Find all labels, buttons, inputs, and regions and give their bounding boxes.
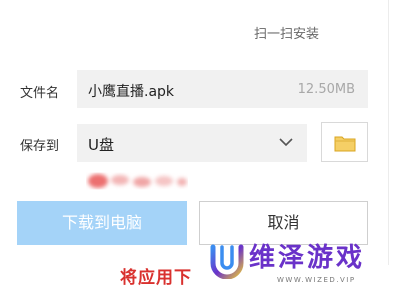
destination-select[interactable]: U盘 [77, 124, 307, 162]
filename-label: 文件名 [20, 86, 60, 101]
download-to-pc-button[interactable]: 下载到电脑 [17, 201, 187, 245]
scan-install-link[interactable]: 扫一扫安装 [254, 23, 319, 42]
cancel-button[interactable]: 取消 [199, 201, 368, 245]
destination-value: U盘 [88, 136, 114, 154]
watermark: 维泽游戏 WWW.WIZED.VIP [205, 240, 395, 291]
download-dialog: 扫一扫安装 文件名 小鹰直播.apk 12.50MB 保存到 U盘 下载到电脑 … [0, 0, 395, 291]
dialog-edge [388, 0, 389, 265]
watermark-url: WWW.WIZED.VIP [277, 276, 356, 284]
browse-folder-button[interactable] [321, 122, 368, 162]
folder-icon [334, 136, 356, 152]
filename-field[interactable]: 小鹰直播.apk 12.50MB [77, 70, 368, 108]
caption-text: 将应用下 [120, 268, 192, 288]
chevron-down-icon [279, 138, 293, 147]
watermark-brand: 维泽游戏 [249, 243, 366, 273]
file-size: 12.50MB [297, 82, 355, 97]
watermark-logo-icon [210, 244, 244, 279]
blurred-redaction [88, 174, 187, 188]
filename-value: 小鹰直播.apk [88, 84, 175, 100]
saveto-label: 保存到 [20, 139, 60, 154]
